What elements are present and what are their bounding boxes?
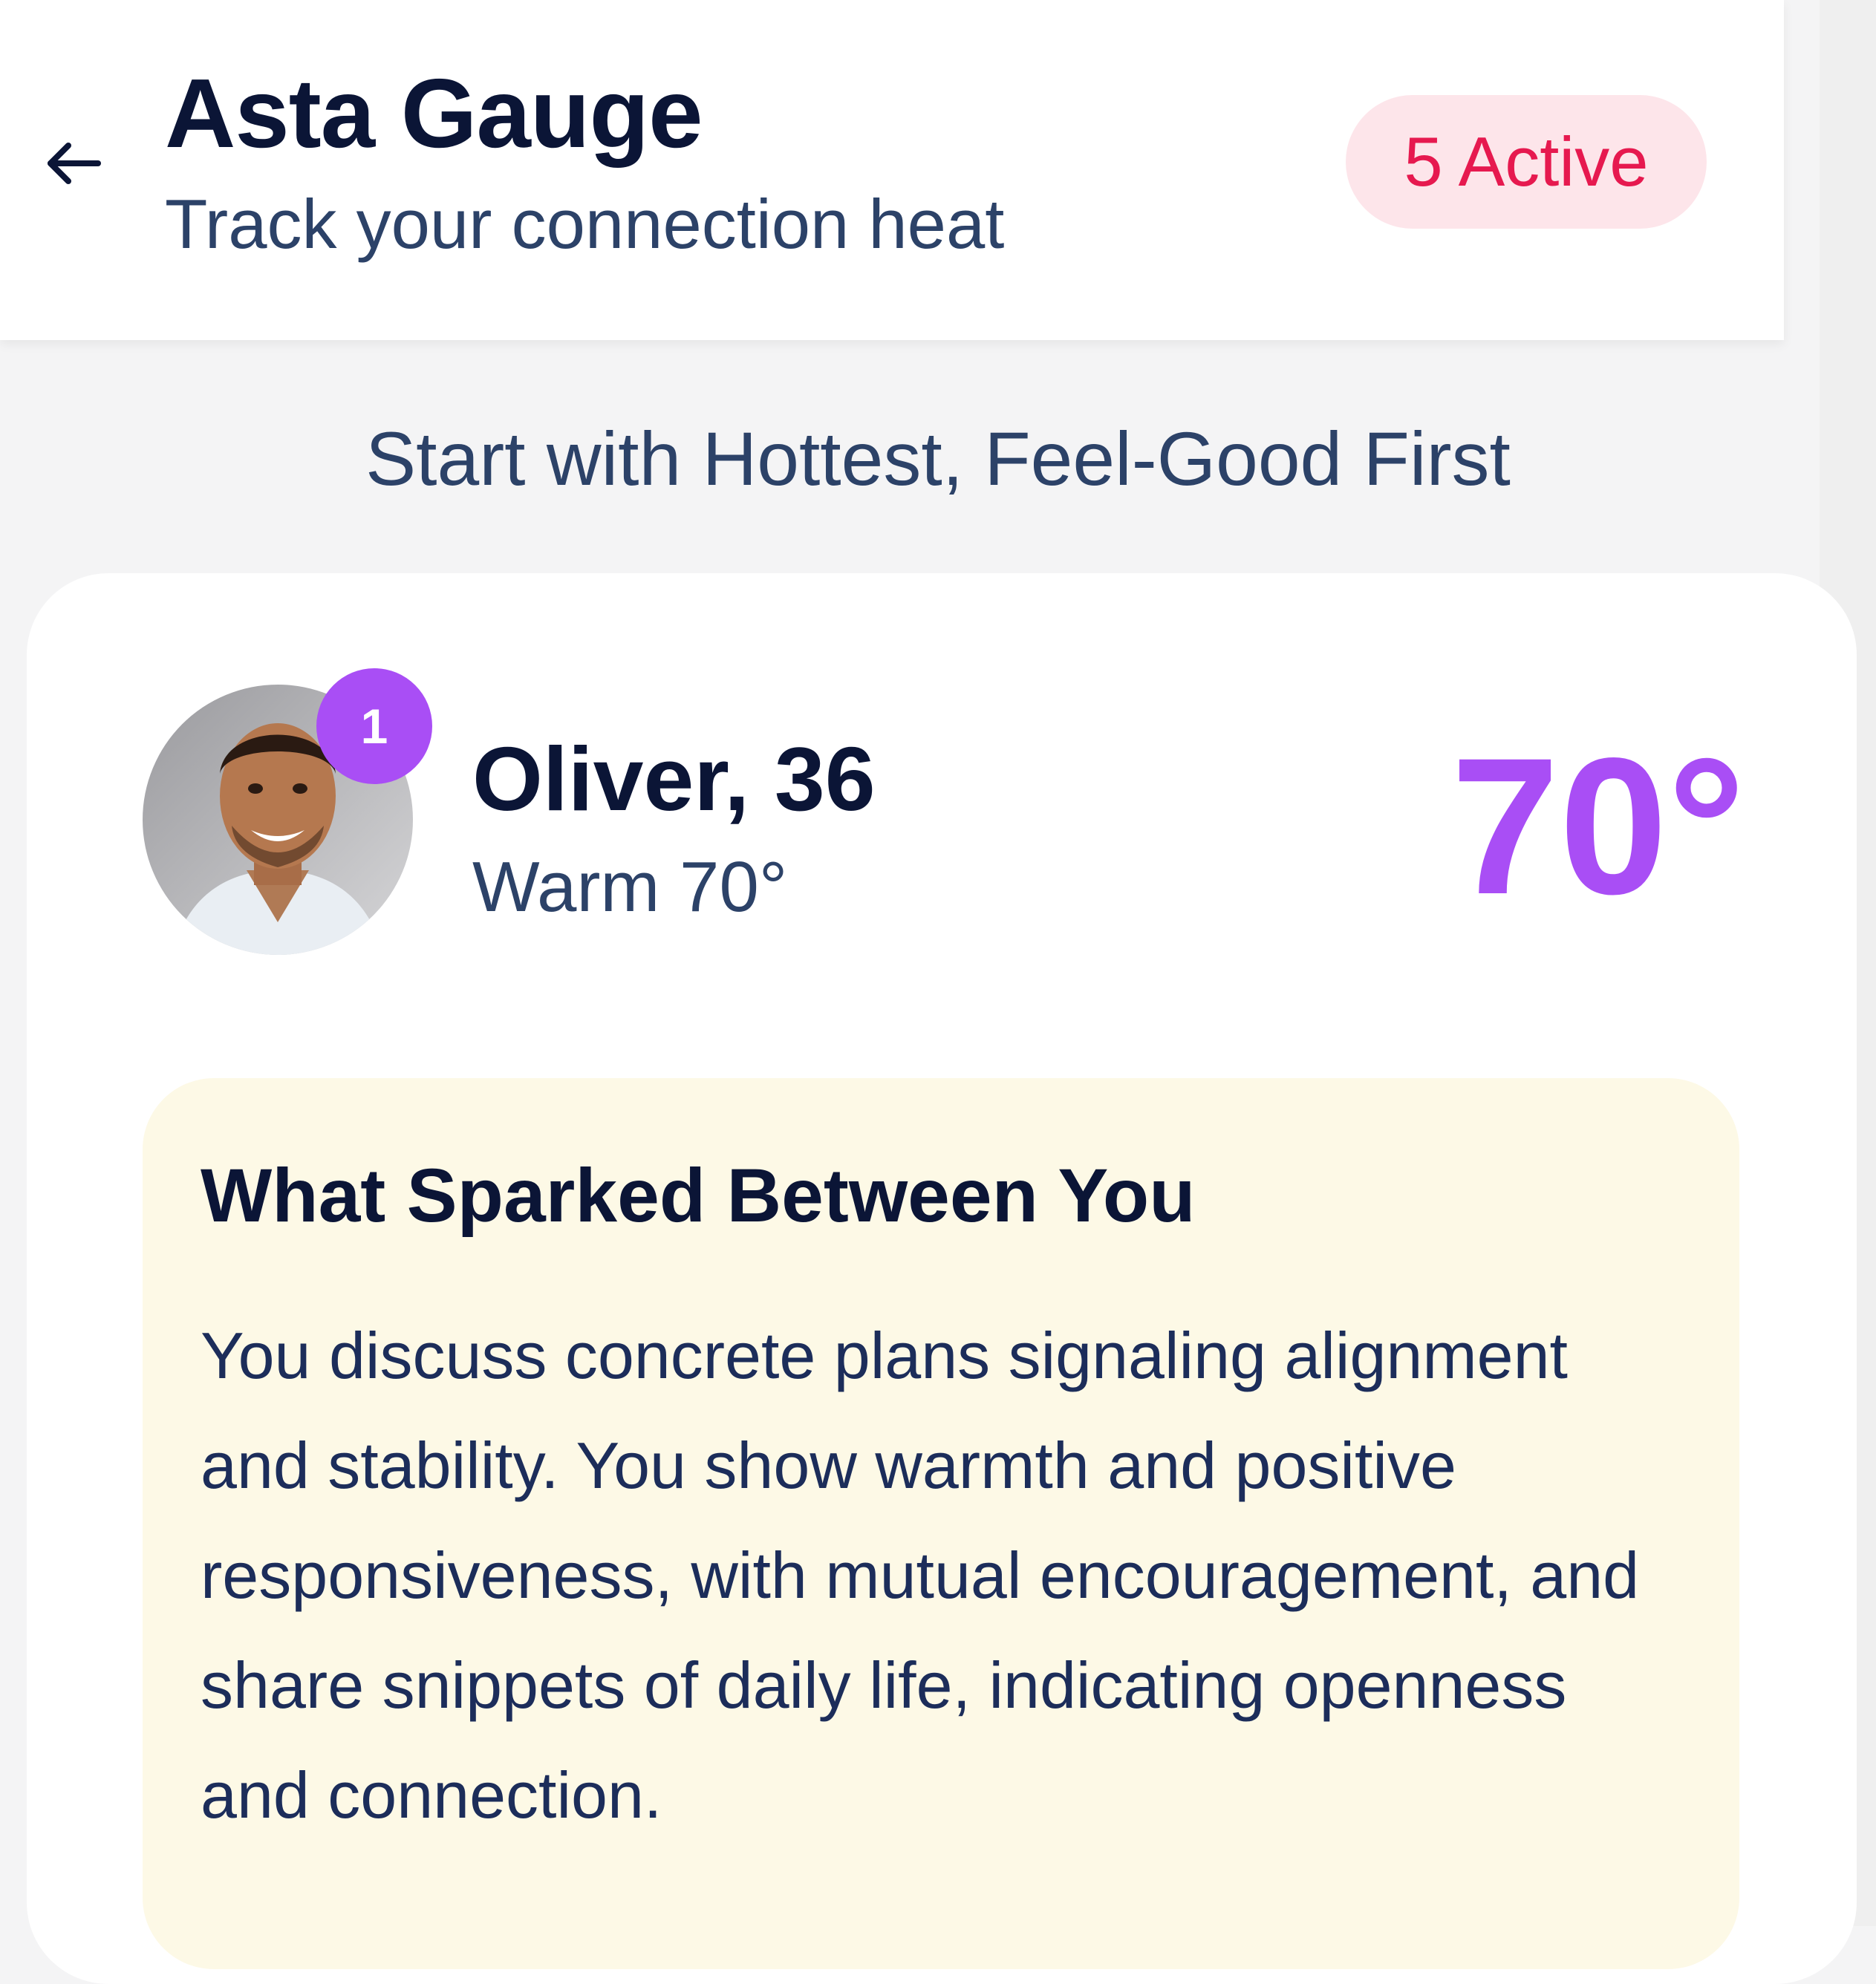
- active-count-badge[interactable]: 5 Active: [1346, 95, 1707, 229]
- spark-description: You discuss concrete plans signaling ali…: [201, 1319, 1640, 1832]
- app-subtitle: Track your connection heat: [165, 185, 1005, 263]
- match-temperature-label: Warm 70°: [472, 847, 788, 927]
- spark-summary-panel: What Sparked Between You You discuss con…: [143, 1078, 1739, 1969]
- spark-title: What Sparked Between You: [201, 1153, 1196, 1238]
- app-title: Asta Gauge: [165, 59, 703, 168]
- match-temperature-value: 70°: [1450, 717, 1745, 935]
- back-button[interactable]: [30, 119, 119, 208]
- app-header: Asta Gauge Track your connection heat 5 …: [0, 0, 1784, 340]
- match-name: Oliver, 36: [472, 728, 876, 829]
- match-card[interactable]: 1 Oliver, 36 Warm 70° 70° What Sparked B…: [27, 573, 1857, 1984]
- rank-badge: 1: [316, 668, 432, 784]
- section-heading: Start with Hottest, Feel-Good First: [365, 417, 1511, 501]
- arrow-left-icon: [48, 143, 101, 184]
